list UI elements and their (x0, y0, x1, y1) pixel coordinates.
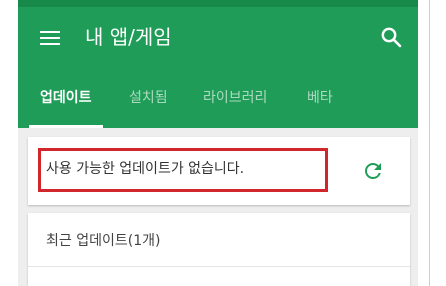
recent-updates-card: 최근 업데이트(1개) (28, 213, 410, 286)
search-icon[interactable] (380, 26, 402, 48)
updates-card: 사용 가능한 업데이트가 없습니다. (28, 137, 410, 205)
hamburger-menu-icon[interactable] (40, 30, 60, 46)
tab-bar: 업데이트 설치됨 라이브러리 베타 (18, 78, 418, 128)
screen-edge (429, 0, 430, 286)
tab-updates[interactable]: 업데이트 (29, 78, 102, 128)
status-bar-strip (18, 0, 418, 7)
page-title: 내 앱/게임 (85, 25, 172, 49)
tab-beta[interactable]: 베타 (307, 78, 333, 128)
tab-library[interactable]: 라이브러리 (203, 78, 267, 128)
recent-updates-title: 최근 업데이트(1개) (46, 233, 161, 249)
phone-screen: 내 앱/게임 업데이트 설치됨 라이브러리 베타 사용 가능한 업데이트가 없습… (18, 0, 418, 286)
app-bar: 내 앱/게임 업데이트 설치됨 라이브러리 베타 (18, 0, 418, 128)
tab-installed[interactable]: 설치됨 (129, 78, 168, 128)
no-updates-message: 사용 가능한 업데이트가 없습니다. (46, 161, 245, 177)
divider (28, 266, 410, 267)
refresh-icon[interactable] (361, 159, 385, 183)
